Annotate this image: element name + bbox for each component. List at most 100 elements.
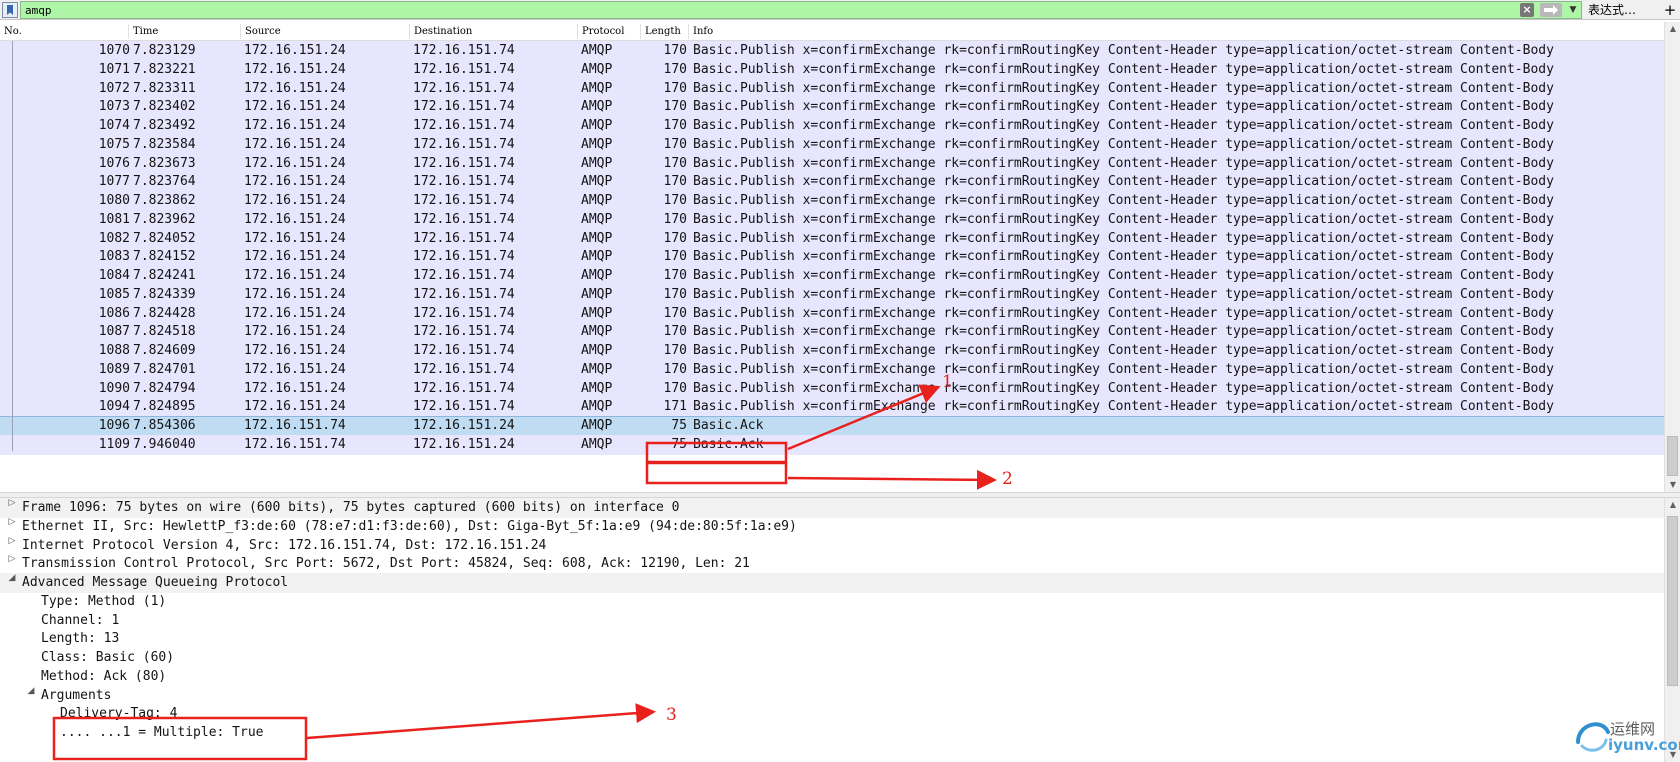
tree-collapsed-icon[interactable]: ▷ — [6, 517, 18, 527]
packet-row-selected[interactable]: 1096 7.854306 172.16.151.74 172.16.151.24 AM… — [0, 416, 1664, 436]
packet-row[interactable]: 1074 7.823492 172.16.151.24 172.16.151.74 AM… — [0, 116, 1664, 136]
packet-row[interactable]: 1094 7.824895 172.16.151.24 172.16.151.74 AM… — [0, 397, 1664, 418]
packet-time: 7.823402 — [133, 99, 196, 115]
detail-tree-item[interactable]: Method: Ack (80) — [0, 667, 1664, 687]
detail-tree-label: Ethernet II, Src: HewlettP_f3:de:60 (78:… — [22, 518, 797, 534]
scroll-up-icon[interactable]: ▲ — [1665, 498, 1680, 512]
packet-number: 1070 — [98, 43, 130, 58]
packet-time: 7.946040 — [133, 436, 196, 452]
tree-collapsed-icon[interactable]: ▷ — [6, 554, 18, 564]
packet-row[interactable]: 1076 7.823673 172.16.151.24 172.16.151.74 AM… — [0, 153, 1664, 174]
filter-expression-button[interactable]: 表达式… — [1588, 2, 1660, 18]
packet-length: 170 — [663, 136, 687, 152]
packet-list-scroll-thumb[interactable] — [1667, 436, 1678, 476]
detail-tree-item[interactable]: Length: 13 — [0, 629, 1664, 649]
detail-tree-item[interactable]: Class: Basic (60) — [0, 648, 1664, 668]
packet-source: 172.16.151.24 — [244, 43, 346, 58]
tree-expanded-icon[interactable]: ◢ — [25, 686, 37, 696]
packet-number: 1086 — [98, 305, 130, 321]
column-header-source[interactable]: Source — [245, 26, 281, 37]
detail-tree-label: Frame 1096: 75 bytes on wire (600 bits),… — [22, 500, 680, 515]
packet-source: 172.16.151.24 — [244, 118, 346, 133]
detail-tree-item[interactable]: Delivery-Tag: 4 — [0, 704, 1664, 724]
detail-tree-item[interactable]: ◢ Advanced Message Queueing Protocol — [0, 573, 1664, 593]
column-header-length[interactable]: Length — [645, 26, 681, 37]
column-header-no[interactable]: No. — [4, 26, 22, 37]
detail-tree-item[interactable]: ▷ Transmission Control Protocol, Src Port… — [0, 554, 1664, 574]
tree-collapsed-icon[interactable]: ▷ — [6, 498, 18, 508]
packet-row[interactable]: 1075 7.823584 172.16.151.24 172.16.151.74 AM… — [0, 134, 1664, 155]
detail-tree-item[interactable]: Channel: 1 — [0, 611, 1664, 631]
detail-tree-label: Length: 13 — [41, 631, 120, 647]
packet-time: 7.823962 — [133, 211, 196, 227]
packet-list-header: No. Time Source Destination Protocol Len… — [0, 22, 1664, 41]
packet-protocol: AMQP — [581, 155, 613, 171]
packet-number: 1074 — [98, 118, 130, 133]
packet-row[interactable]: 1083 7.824152 172.16.151.24 172.16.151.74 AM… — [0, 247, 1664, 268]
packet-list-scrollbar[interactable]: ▲ ▼ — [1664, 22, 1680, 492]
detail-tree-item[interactable]: ▷ Ethernet II, Src: HewlettP_f3:de:60 (78… — [0, 517, 1664, 537]
annotation-label-3: 3 — [666, 705, 677, 725]
detail-tree-item[interactable]: .... ...1 = Multiple: True — [0, 723, 1664, 743]
packet-source: 172.16.151.24 — [244, 286, 346, 302]
packet-info: Basic.Publish x=confirmExchange rk=confi… — [693, 399, 1554, 415]
packet-source: 172.16.151.24 — [244, 268, 346, 283]
display-filter-input[interactable] — [20, 1, 1582, 19]
packet-row[interactable]: 1088 7.824609 172.16.151.24 172.16.151.74 AM… — [0, 341, 1664, 361]
packet-row[interactable]: 1081 7.823962 172.16.151.24 172.16.151.74 AM… — [0, 209, 1664, 230]
detail-tree-label: Type: Method (1) — [41, 593, 167, 609]
column-header-time[interactable]: Time — [133, 26, 158, 37]
scroll-up-icon[interactable]: ▲ — [1665, 22, 1680, 36]
detail-tree-item[interactable]: ▷ Frame 1096: 75 bytes on wire (600 bits)… — [0, 498, 1664, 518]
packet-info: Basic.Publish x=confirmExchange rk=confi… — [693, 305, 1554, 321]
packet-number: 1082 — [98, 230, 130, 246]
column-header-protocol[interactable]: Protocol — [582, 26, 624, 37]
packet-row[interactable]: 1086 7.824428 172.16.151.24 172.16.151.74 AM… — [0, 303, 1664, 324]
packet-row[interactable]: 1085 7.824339 172.16.151.24 172.16.151.74 AM… — [0, 284, 1664, 305]
packet-details-scroll-thumb[interactable] — [1667, 516, 1678, 686]
packet-row[interactable]: 1084 7.824241 172.16.151.24 172.16.151.74 AM… — [0, 266, 1664, 286]
packet-time: 7.824701 — [133, 361, 196, 377]
packet-length: 171 — [663, 399, 687, 415]
watermark-logo: 运维网 iyunv.com — [1572, 712, 1680, 762]
packet-number: 1076 — [98, 155, 130, 171]
packet-row[interactable]: 1080 7.823862 172.16.151.24 172.16.151.74 AM… — [0, 191, 1664, 211]
packet-number: 1087 — [98, 324, 130, 340]
filter-bookmark-icon[interactable] — [2, 2, 18, 18]
packet-row[interactable]: 1089 7.824701 172.16.151.24 172.16.151.74 AM… — [0, 359, 1664, 380]
packet-row[interactable]: 1072 7.823311 172.16.151.24 172.16.151.74 AM… — [0, 78, 1664, 99]
packet-row[interactable]: 1090 7.824794 172.16.151.24 172.16.151.74 AM… — [0, 378, 1664, 399]
packet-destination: 172.16.151.74 — [413, 286, 515, 302]
packet-number: 1109 — [98, 436, 130, 452]
packet-row[interactable]: 1070 7.823129 172.16.151.24 172.16.151.74 AM… — [0, 41, 1664, 61]
packet-info: Basic.Publish x=confirmExchange rk=confi… — [693, 230, 1554, 246]
packet-info: Basic.Publish x=confirmExchange rk=confi… — [693, 80, 1554, 96]
scroll-down-icon[interactable]: ▼ — [1665, 478, 1680, 492]
packet-source: 172.16.151.24 — [244, 343, 346, 358]
packet-row[interactable]: 1077 7.823764 172.16.151.24 172.16.151.74 AM… — [0, 172, 1664, 193]
packet-row[interactable]: 1087 7.824518 172.16.151.24 172.16.151.74 AM… — [0, 322, 1664, 343]
packet-length: 170 — [663, 193, 687, 208]
packet-number: 1084 — [98, 268, 130, 283]
filter-history-dropdown-icon[interactable]: ▼ — [1566, 2, 1580, 18]
packet-source: 172.16.151.24 — [244, 155, 346, 171]
tree-expanded-icon[interactable]: ◢ — [6, 573, 18, 583]
detail-tree-item[interactable]: ▷ Internet Protocol Version 4, Src: 172.1… — [0, 536, 1664, 556]
detail-tree-item[interactable]: Type: Method (1) — [0, 592, 1664, 612]
packet-source: 172.16.151.24 — [244, 249, 346, 265]
packet-destination: 172.16.151.74 — [413, 361, 515, 377]
packet-info: Basic.Ack — [693, 436, 764, 452]
add-filter-button[interactable]: + — [1662, 1, 1678, 19]
packet-list-pane: No. Time Source Destination Protocol Len… — [0, 22, 1680, 492]
column-header-destination[interactable]: Destination — [414, 26, 472, 37]
packet-row[interactable]: 1071 7.823221 172.16.151.24 172.16.151.74 AM… — [0, 59, 1664, 80]
clear-filter-icon[interactable]: × — [1520, 3, 1534, 17]
detail-tree-label: Arguments — [41, 687, 112, 703]
packet-row[interactable]: 1109 7.946040 172.16.151.74 172.16.151.24 AM… — [0, 434, 1664, 455]
detail-tree-item[interactable]: ◢ Arguments — [0, 686, 1664, 706]
packet-row[interactable]: 1073 7.823402 172.16.151.24 172.16.151.74 AM… — [0, 97, 1664, 118]
column-header-info[interactable]: Info — [693, 26, 713, 37]
apply-filter-icon[interactable] — [1540, 3, 1562, 17]
tree-collapsed-icon[interactable]: ▷ — [6, 536, 18, 546]
packet-row[interactable]: 1082 7.824052 172.16.151.24 172.16.151.74 AM… — [0, 228, 1664, 249]
